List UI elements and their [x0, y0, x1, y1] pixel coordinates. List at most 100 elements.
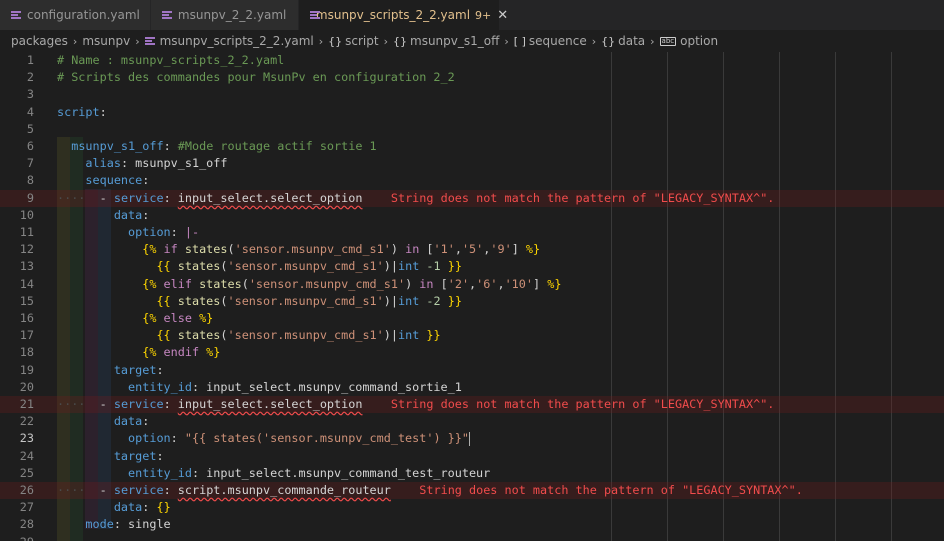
code-token: ···· [57, 397, 86, 411]
code-token: in [405, 242, 420, 257]
code-line[interactable]: 25 entity_id: input_select.msunpv_comman… [0, 465, 944, 482]
code-token: ) [405, 276, 420, 291]
code-token: data [113, 414, 143, 429]
breadcrumb-script-label: script [345, 34, 379, 48]
code-line[interactable]: 12 {% if states('sensor.msunpv_cmd_s1') … [0, 241, 944, 258]
code-token: '10' [504, 276, 533, 291]
breadcrumb-item-file[interactable]: msunpv_scripts_2_2.yaml [144, 34, 314, 48]
code-line[interactable]: 6 msunpv_s1_off: #Mode routage actif sor… [0, 138, 944, 155]
code-line[interactable]: 28 mode: single [0, 516, 944, 533]
breadcrumb-entry-label: msunpv_s1_off [410, 34, 500, 48]
breadcrumb-item-data[interactable]: {} data [601, 34, 645, 48]
string-symbol-icon: abc [659, 36, 677, 46]
code-line[interactable]: 19 target: [0, 362, 944, 379]
line-number: 21 [19, 397, 34, 411]
code-text: {{ states('sensor.msunpv_cmd_s1')|int -1… [57, 258, 462, 275]
code-token: [ [419, 242, 434, 257]
object-symbol-icon: {} [393, 34, 407, 48]
code-token: {{ [156, 328, 171, 343]
code-line-error[interactable]: 9 ···· - service: input_select.select_opt… [0, 189, 944, 207]
code-line[interactable]: 4 script: [0, 104, 944, 121]
line-number: 3 [26, 87, 34, 102]
code-token: states [199, 276, 242, 291]
code-token: '9' [490, 242, 512, 257]
code-line[interactable]: 10 data: [0, 207, 944, 224]
tab-msunpv-2-2-yaml[interactable]: msunpv_2_2.yaml [150, 0, 299, 30]
code-token: ] [511, 242, 526, 257]
code-token: }} [447, 259, 462, 274]
code-token: # Scripts des commandes pour MsunPv en c… [57, 70, 455, 85]
code-token: target [113, 362, 157, 377]
code-line[interactable]: 11 option: |- [0, 224, 944, 241]
code-token: entity_id [128, 379, 192, 394]
line-number: 2 [26, 70, 34, 85]
code-token: : [163, 483, 178, 497]
code-line-error[interactable]: 26 ···· - service: script.msunpv_commande… [0, 482, 944, 500]
breadcrumb-item-script[interactable]: {} script [328, 34, 378, 48]
breadcrumb-item-sequence[interactable]: [ ] sequence [514, 34, 587, 48]
code-line[interactable]: 7 alias: msunpv_s1_off [0, 155, 944, 172]
breadcrumb-item-option[interactable]: abc option [659, 34, 718, 48]
close-icon[interactable]: ✕ [497, 8, 508, 23]
code-line[interactable]: 14 {% elif states('sensor.msunpv_cmd_s1'… [0, 276, 944, 293]
breadcrumb-item-msunpv[interactable]: msunpv [82, 34, 130, 48]
code-token: '6' [476, 276, 498, 291]
tab-label: configuration.yaml [27, 8, 140, 22]
code-token: - [85, 190, 114, 205]
code-text: msunpv_s1_off: #Mode routage actif sorti… [57, 138, 376, 155]
error-message: String does not match the pattern of "LE… [419, 483, 803, 497]
code-text: mode: single [57, 516, 170, 533]
code-line[interactable]: 29 ···· [0, 534, 944, 541]
line-number: 18 [19, 345, 34, 360]
code-token: , [497, 276, 505, 291]
code-line[interactable]: 3 [0, 86, 944, 103]
breadcrumb-sequence-label: sequence [528, 34, 587, 48]
code-token: ( [227, 242, 235, 257]
code-token: , [454, 242, 462, 257]
code-line[interactable]: 27 data: {} [0, 499, 944, 516]
code-line[interactable]: 15 {{ states('sensor.msunpv_cmd_s1')|int… [0, 293, 944, 310]
code-line-error[interactable]: 21 ···· - service: input_select.select_op… [0, 396, 944, 414]
code-line[interactable]: 5 [0, 121, 944, 138]
code-line[interactable]: 16 {% else %} [0, 310, 944, 327]
code-token: ···· [57, 190, 86, 205]
code-line[interactable]: 13 {{ states('sensor.msunpv_cmd_s1')|int… [0, 258, 944, 275]
code-text: # Name : msunpv_scripts_2_2.yaml [57, 52, 284, 69]
code-line[interactable]: 17 {{ states('sensor.msunpv_cmd_s1')|int… [0, 327, 944, 344]
code-line[interactable]: 23 option: "{{ states('sensor.msunpv_cmd… [0, 430, 944, 447]
error-message: String does not match the pattern of "LE… [390, 190, 775, 205]
code-token: - [85, 397, 114, 411]
code-line[interactable]: 1 # Name : msunpv_scripts_2_2.yaml [0, 52, 944, 69]
breadcrumb-item-packages[interactable]: packages [11, 34, 68, 48]
code-line[interactable]: 20 entity_id: input_select.msunpv_comman… [0, 379, 944, 396]
line-number: 29 [0, 534, 34, 541]
code-line[interactable]: 24 target: [0, 448, 944, 465]
tab-configuration-yaml[interactable]: configuration.yaml [0, 0, 151, 30]
code-token: '2' [447, 276, 470, 291]
chevron-right-icon: › [135, 34, 140, 48]
code-editor[interactable]: 1 # Name : msunpv_scripts_2_2.yaml 2 # Scri… [0, 52, 944, 541]
code-token: : msunpv_s1_off [120, 156, 228, 171]
tab-msunpv-scripts-2-2-yaml[interactable]: msunpv_scripts_2_2.yaml 9+ ✕ [298, 0, 508, 30]
line-number: 9 [26, 190, 34, 205]
code-token: data [113, 500, 143, 515]
error-squiggle-token: input_select.select_option [177, 397, 363, 411]
line-number: 16 [19, 311, 34, 325]
code-line[interactable]: 18 {% endif %} [0, 344, 944, 361]
code-line[interactable]: 22 data: [0, 413, 944, 430]
tab-label: msunpv_2_2.yaml [177, 8, 287, 22]
code-line[interactable]: 2 # Scripts des commandes pour MsunPv en … [0, 69, 944, 86]
code-token: : [170, 431, 185, 446]
code-line[interactable]: 8 sequence: [0, 172, 944, 189]
breadcrumb-item-entry[interactable]: {} msunpv_s1_off [393, 34, 499, 48]
